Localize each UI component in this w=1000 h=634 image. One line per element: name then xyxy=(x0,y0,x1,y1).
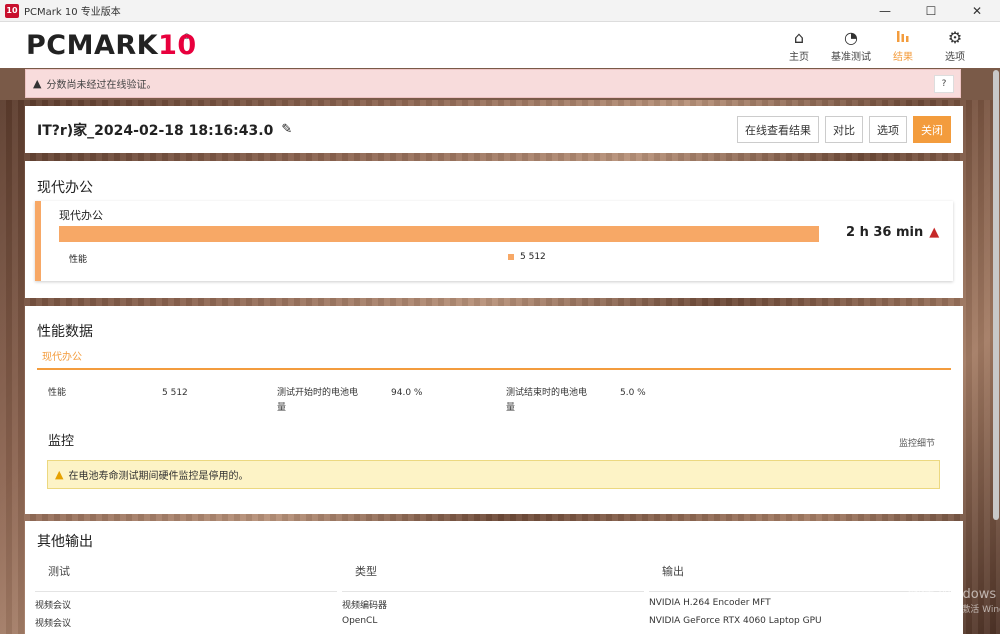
help-button[interactable]: ? xyxy=(934,74,954,93)
options-button[interactable]: 选项 xyxy=(869,116,907,143)
divider xyxy=(649,591,951,592)
table-cell: 视频会议 xyxy=(35,619,72,629)
battery-result-card: 现代办公 2 h 36 min ▲ 性能 5 512 xyxy=(35,201,953,281)
view-online-button[interactable]: 在线查看结果 xyxy=(737,116,819,143)
stat-start-battery-value: 94.0 % xyxy=(391,388,423,398)
validation-alert: ▲ 分数尚未经过在线验证。 ? xyxy=(25,69,961,98)
compare-button[interactable]: 对比 xyxy=(825,116,863,143)
app-header: PCMARK 10 ® ⌂ 主页 ◔ 基准测试 结果 ⚙ 选项 xyxy=(0,22,1000,68)
gauge-icon: ◔ xyxy=(844,27,858,47)
monitoring-alert-text: 在电池寿命测试期间硬件监控是停用的。 xyxy=(68,471,249,482)
card-title: 现代办公 xyxy=(59,209,103,222)
main-nav: ⌂ 主页 ◔ 基准测试 结果 ⚙ 选项 xyxy=(776,28,978,63)
gear-icon: ⚙ xyxy=(947,27,963,47)
performance-data-section: 性能数据 现代办公 性能 5 512 测试开始时的电池电 量 94.0 % 测试… xyxy=(25,306,963,514)
close-button[interactable]: 关闭 xyxy=(913,116,951,143)
nav-benchmarks[interactable]: ◔ 基准测试 xyxy=(828,28,874,63)
result-title: IT?r)家_2024-02-18 18:16:43.0 xyxy=(37,122,274,139)
perf-legend: 5 512 xyxy=(508,252,546,262)
stat-start-battery-label: 测试开始时的电池电 量 xyxy=(277,388,359,413)
modern-office-section: 现代办公 现代办公 2 h 36 min ▲ 性能 5 512 xyxy=(25,161,963,298)
activation-watermark-sub: 转到"设置"以激活 Windows xyxy=(908,605,1000,615)
tab-bar: 现代办公 xyxy=(37,346,951,370)
column-header-type: 类型 xyxy=(355,565,377,578)
scrollbar[interactable] xyxy=(993,70,999,520)
table-cell: OpenCL xyxy=(342,616,378,626)
result-actions: 在线查看结果 对比 选项 关闭 xyxy=(737,116,951,143)
tab-modern-office[interactable]: 现代办公 xyxy=(42,348,82,363)
nav-options[interactable]: ⚙ 选项 xyxy=(932,28,978,63)
window-titlebar: 10 PCMark 10 专业版本 — ☐ ✕ xyxy=(0,0,1000,22)
section-title: 性能数据 xyxy=(37,324,93,340)
divider xyxy=(342,591,644,592)
home-icon: ⌂ xyxy=(793,27,805,47)
table-cell: 视频编码器 xyxy=(342,601,388,611)
result-header: IT?r)家_2024-02-18 18:16:43.0 ✎ 在线查看结果 对比… xyxy=(25,106,963,153)
legend-swatch xyxy=(508,254,514,260)
maximize-button[interactable]: ☐ xyxy=(908,0,954,22)
stat-perf-value: 5 512 xyxy=(162,388,188,398)
duration-value: 2 h 36 min ▲ xyxy=(846,225,940,240)
table-cell: NVIDIA H.264 Encoder MFT xyxy=(649,598,771,608)
edit-pencil-icon[interactable]: ✎ xyxy=(281,122,292,137)
pcmark-logo: PCMARK 10 ® xyxy=(26,29,197,61)
warning-icon: ▲ xyxy=(55,468,64,481)
minimize-button[interactable]: — xyxy=(862,0,908,22)
close-window-button[interactable]: ✕ xyxy=(954,0,1000,22)
validation-alert-text: 分数尚未经过在线验证。 xyxy=(46,80,157,91)
stat-perf-label: 性能 xyxy=(48,388,67,398)
window-title: PCMark 10 专业版本 xyxy=(24,7,121,18)
activation-watermark: 激活 Windows xyxy=(908,587,997,602)
column-header-test: 测试 xyxy=(48,565,70,578)
nav-results[interactable]: 结果 xyxy=(880,28,926,63)
stat-end-battery-label: 测试结束时的电池电 量 xyxy=(506,388,588,413)
stat-end-battery-value: 5.0 % xyxy=(620,388,646,398)
app-icon: 10 xyxy=(5,3,19,18)
table-cell: 视频会议 xyxy=(35,601,72,611)
other-output-section: 其他输出 测试 类型 输出 视频会议 视频编码器 NVIDIA H.264 En… xyxy=(25,521,963,634)
section-title: 其他输出 xyxy=(37,534,93,550)
section-title: 现代办公 xyxy=(37,180,93,196)
monitoring-alert: ▲ 在电池寿命测试期间硬件监控是停用的。 xyxy=(47,460,940,489)
monitoring-details-link[interactable]: 监控细节 xyxy=(899,436,935,449)
window-controls: — ☐ ✕ xyxy=(862,0,1000,22)
table-cell: NVIDIA GeForce RTX 4060 Laptop GPU xyxy=(649,616,822,626)
monitoring-title: 监控 xyxy=(48,434,75,449)
nav-home[interactable]: ⌂ 主页 xyxy=(776,28,822,63)
perf-label: 性能 xyxy=(69,255,88,265)
bar-chart-icon xyxy=(895,28,911,48)
duration-bar xyxy=(59,226,819,242)
divider xyxy=(35,591,337,592)
warning-icon: ▲ xyxy=(33,77,42,90)
column-header-output: 输出 xyxy=(662,565,684,578)
warning-icon: ▲ xyxy=(929,225,940,240)
